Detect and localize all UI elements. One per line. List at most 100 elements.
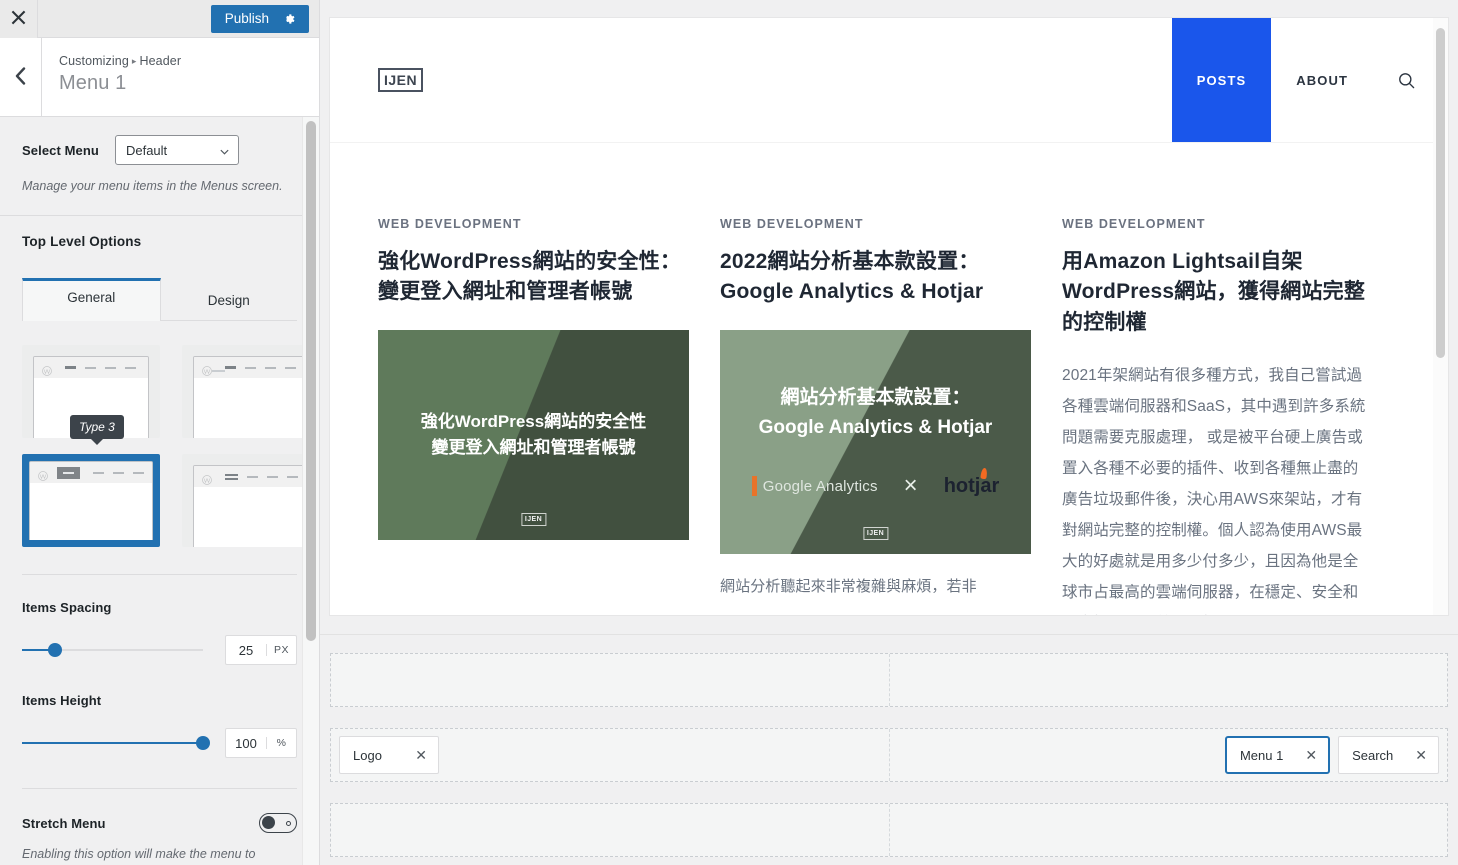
tab-design-label: Design bbox=[207, 293, 250, 309]
publish-label: Publish bbox=[224, 11, 269, 26]
preview-region: IJEN POSTS ABOUT WEB DEVELOPMENT 強化WordP… bbox=[320, 0, 1458, 865]
post-category[interactable]: WEB DEVELOPMENT bbox=[720, 217, 1031, 231]
google-analytics-label: Google Analytics bbox=[762, 477, 878, 495]
builder-row-top[interactable] bbox=[330, 653, 1448, 707]
builder-zone-top-left[interactable] bbox=[331, 654, 890, 706]
builder-zone-bottom-right[interactable] bbox=[890, 804, 1448, 856]
builder-zone-main-left[interactable]: Logo ✕ bbox=[331, 729, 890, 781]
close-icon bbox=[11, 10, 26, 28]
builder-row-bottom[interactable] bbox=[330, 803, 1448, 857]
stretch-menu-description: Enabling this option will make the menu … bbox=[22, 847, 256, 862]
nav-item-posts-label: POSTS bbox=[1196, 72, 1247, 88]
tab-design[interactable]: Design bbox=[160, 278, 297, 321]
post-card[interactable]: WEB DEVELOPMENT 用Amazon Lightsail自架WordP… bbox=[1062, 217, 1373, 615]
builder-zone-bottom-left[interactable] bbox=[331, 804, 890, 856]
breadcrumb-section[interactable]: Header bbox=[140, 54, 182, 68]
top-level-options-title: Top Level Options bbox=[22, 234, 142, 250]
customizer-panel-header: Customizing ▸ Header Menu 1 bbox=[0, 38, 319, 117]
post-title[interactable]: 強化WordPress網站的安全性：變更登入網址和管理者帳號 bbox=[378, 247, 689, 308]
items-height-value[interactable]: 100 bbox=[226, 736, 266, 751]
page-title: Menu 1 bbox=[59, 72, 127, 94]
items-spacing-slider-handle[interactable] bbox=[47, 643, 62, 658]
top-level-options-section: Top Level Options General Design Type 3 … bbox=[0, 216, 319, 864]
sidebar-scrollbar-thumb[interactable] bbox=[306, 121, 316, 641]
close-icon[interactable]: ✕ bbox=[415, 748, 427, 762]
stretch-menu-toggle[interactable] bbox=[259, 813, 297, 834]
wordpress-logo-icon bbox=[38, 468, 48, 481]
preview-scrollbar-thumb[interactable] bbox=[1436, 28, 1445, 358]
items-height-slider-handle[interactable] bbox=[196, 736, 210, 751]
options-tabs: General Design bbox=[22, 278, 297, 322]
thumbnail-caption-line1: 強化WordPress網站的安全性 bbox=[420, 411, 647, 431]
items-spacing-input[interactable]: 25 PX bbox=[225, 635, 297, 666]
select-menu-section: Select Menu Default Manage your menu ite… bbox=[0, 117, 319, 217]
builder-item-menu-1[interactable]: Menu 1 ✕ bbox=[1224, 736, 1331, 774]
menu-description: Manage your menu items in the Menus scre… bbox=[22, 179, 283, 193]
stretch-menu-label: Stretch Menu bbox=[22, 815, 106, 831]
items-spacing-control: Items Spacing 25 PX bbox=[22, 575, 297, 666]
site-preview-frame: IJEN POSTS ABOUT WEB DEVELOPMENT 強化WordP… bbox=[330, 18, 1448, 615]
cross-icon: × bbox=[903, 472, 918, 500]
builder-zone-top-right[interactable] bbox=[890, 654, 1448, 706]
close-icon[interactable]: ✕ bbox=[1305, 748, 1317, 762]
select-menu-dropdown[interactable]: Default bbox=[114, 135, 239, 165]
layout-type-3[interactable] bbox=[22, 454, 160, 548]
post-thumbnail[interactable]: 強化WordPress網站的安全性 變更登入網址和管理者帳號 IJEN bbox=[378, 329, 689, 540]
stretch-menu-control: Stretch Menu Enabling this option will m… bbox=[22, 789, 297, 863]
items-spacing-unit: PX bbox=[266, 644, 296, 657]
post-category[interactable]: WEB DEVELOPMENT bbox=[378, 217, 689, 231]
sidebar-scrollbar[interactable] bbox=[302, 117, 319, 865]
post-thumbnail[interactable]: 網站分析基本款設置： Google Analytics & Hotjar Goo… bbox=[720, 329, 1031, 554]
post-excerpt: 2021年架網站有很多種方式，我自己嘗試過各種雲端伺服器和SaaS，其中遇到許多… bbox=[1062, 367, 1366, 602]
breadcrumb-separator: ▸ bbox=[131, 56, 137, 66]
close-icon[interactable]: ✕ bbox=[1415, 748, 1427, 762]
breadcrumb: Customizing ▸ Header bbox=[59, 54, 319, 68]
publish-button[interactable]: Publish bbox=[210, 4, 309, 33]
layout-type-4[interactable] bbox=[182, 454, 318, 548]
breadcrumb-root[interactable]: Customizing bbox=[59, 54, 129, 68]
thumbnail-logo-row: Google Analytics × hotjar bbox=[720, 467, 1031, 500]
builder-item-search-label: Search bbox=[1352, 747, 1394, 763]
chevron-left-icon bbox=[14, 66, 27, 88]
nav-item-about[interactable]: ABOUT bbox=[1271, 18, 1373, 142]
site-logo-text: IJEN bbox=[384, 72, 418, 88]
site-nav: POSTS ABOUT bbox=[1171, 18, 1448, 142]
layout-type-2[interactable] bbox=[182, 345, 318, 439]
thumbnail-badge: IJEN bbox=[520, 512, 547, 526]
builder-row-main[interactable]: Logo ✕ Menu 1 ✕ Search ✕ bbox=[330, 728, 1448, 782]
site-logo[interactable]: IJEN bbox=[330, 18, 424, 142]
preview-scrollbar[interactable] bbox=[1433, 18, 1448, 615]
select-menu-label: Select Menu bbox=[22, 142, 99, 158]
customizer-scroll-area: Select Menu Default Manage your menu ite… bbox=[0, 117, 319, 865]
wordpress-logo-icon bbox=[202, 363, 212, 376]
thumbnail-caption-line2: 變更登入網址和管理者帳號 bbox=[431, 437, 636, 457]
thumbnail-caption-line2: Google Analytics & Hotjar bbox=[758, 416, 993, 438]
post-title[interactable]: 2022網站分析基本款設置：Google Analytics & Hotjar bbox=[720, 247, 1031, 308]
thumbnail-badge: IJEN bbox=[862, 526, 889, 540]
builder-item-logo[interactable]: Logo ✕ bbox=[339, 736, 439, 774]
google-analytics-logo: Google Analytics bbox=[751, 476, 878, 497]
items-height-control: Items Height 100 % bbox=[22, 665, 297, 759]
post-title[interactable]: 用Amazon Lightsail自架WordPress網站，獲得網站完整的控制… bbox=[1062, 247, 1373, 338]
hotjar-logo: hotjar bbox=[944, 467, 999, 498]
gear-icon[interactable] bbox=[282, 12, 296, 26]
items-height-input[interactable]: 100 % bbox=[225, 728, 297, 759]
tab-general[interactable]: General bbox=[22, 278, 161, 322]
close-customizer-button[interactable] bbox=[0, 0, 38, 38]
items-height-slider[interactable] bbox=[22, 736, 210, 751]
wordpress-logo-icon bbox=[42, 363, 52, 376]
back-button[interactable] bbox=[0, 38, 42, 116]
nav-item-posts[interactable]: POSTS bbox=[1171, 18, 1272, 142]
builder-item-logo-label: Logo bbox=[353, 747, 382, 763]
header-builder: Logo ✕ Menu 1 ✕ Search ✕ bbox=[320, 634, 1458, 865]
layout-type-chooser: Type 3 bbox=[22, 345, 318, 548]
post-card[interactable]: WEB DEVELOPMENT 強化WordPress網站的安全性：變更登入網址… bbox=[378, 217, 689, 540]
post-category[interactable]: WEB DEVELOPMENT bbox=[1062, 217, 1373, 231]
builder-item-search[interactable]: Search ✕ bbox=[1338, 736, 1439, 774]
post-card[interactable]: WEB DEVELOPMENT 2022網站分析基本款設置：Google Ana… bbox=[720, 217, 1031, 602]
builder-zone-main-right[interactable]: Menu 1 ✕ Search ✕ bbox=[890, 729, 1448, 781]
select-menu-value: Default bbox=[125, 142, 168, 158]
items-spacing-value[interactable]: 25 bbox=[226, 643, 266, 658]
items-height-label: Items Height bbox=[22, 693, 102, 709]
items-spacing-slider[interactable] bbox=[22, 643, 203, 658]
